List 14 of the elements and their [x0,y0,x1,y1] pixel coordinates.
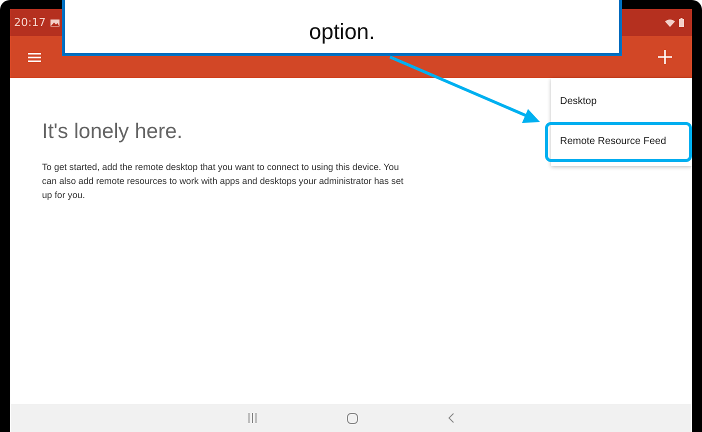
clock-time: 20:17 [14,16,46,29]
battery-icon [679,18,684,27]
recents-icon[interactable] [248,413,257,423]
menu-item[interactable]: Remote Resource Feed [545,122,692,162]
home-icon[interactable] [347,412,358,424]
image-icon [50,18,60,26]
callout-text: option. [308,19,376,45]
menu-item[interactable]: Desktop [545,82,692,122]
plus-icon[interactable] [658,50,672,64]
empty-state-text: To get started, add the remote desktop that you want to connect to using this device. You can also add remote resources to work with apps and desktops your administrator has set up for you. [42,161,404,202]
menu-icon[interactable] [28,52,41,62]
wifi-icon [665,18,675,26]
empty-state-heading: It's lonely here. [42,120,183,144]
back-icon[interactable] [448,413,454,423]
